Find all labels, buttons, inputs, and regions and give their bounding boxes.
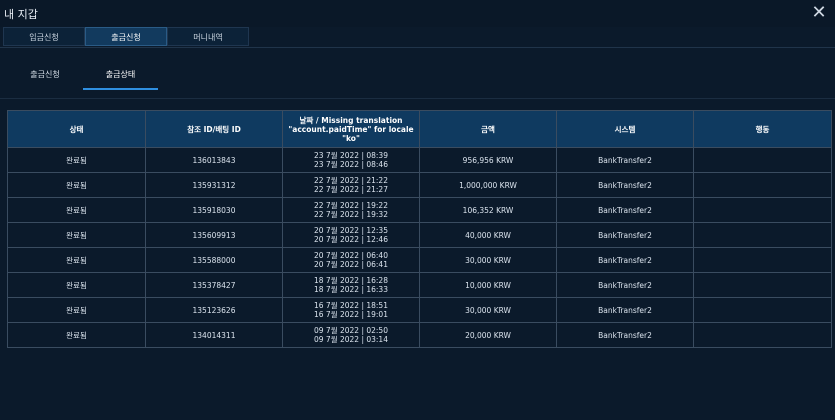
cell-action <box>693 172 832 198</box>
cell-ref: 135123626 <box>145 297 283 323</box>
cell-system: BankTransfer2 <box>556 322 694 348</box>
table-header-row: 상태 참조 ID/배팅 ID 날짜 / Missing translation … <box>7 110 832 148</box>
cell-status: 완료됨 <box>7 222 146 248</box>
header-ref: 참조 ID/배팅 ID <box>145 110 283 148</box>
cell-date-requested: 23 7월 2022 | 08:39 <box>314 151 388 160</box>
table-row: 완료됨 135931312 22 7월 2022 | 21:22 22 7월 20… <box>7 172 832 198</box>
cell-date-paid: 22 7월 2022 | 19:32 <box>314 210 388 219</box>
cell-date: 22 7월 2022 | 19:22 22 7월 2022 | 19:32 <box>282 197 420 223</box>
cell-action <box>693 197 832 223</box>
cell-date: 23 7월 2022 | 08:39 23 7월 2022 | 08:46 <box>282 147 420 173</box>
cell-amount: 10,000 KRW <box>419 272 557 298</box>
tab-money-history[interactable]: 머니내역 <box>167 27 249 46</box>
table-row: 완료됨 135609913 20 7월 2022 | 12:35 20 7월 20… <box>7 222 832 248</box>
cell-system: BankTransfer2 <box>556 197 694 223</box>
cell-date-requested: 22 7월 2022 | 19:22 <box>314 201 388 210</box>
header-date: 날짜 / Missing translation "account.paidTi… <box>282 110 420 148</box>
cell-amount: 1,000,000 KRW <box>419 172 557 198</box>
cell-amount: 30,000 KRW <box>419 297 557 323</box>
cell-date-requested: 20 7월 2022 | 06:40 <box>314 251 388 260</box>
cell-amount: 20,000 KRW <box>419 322 557 348</box>
cell-date-paid: 20 7월 2022 | 06:41 <box>314 260 388 269</box>
cell-date: 16 7월 2022 | 18:51 16 7월 2022 | 19:01 <box>282 297 420 323</box>
header-amount: 금액 <box>419 110 557 148</box>
cell-date-paid: 18 7월 2022 | 16:33 <box>314 285 388 294</box>
cell-date-paid: 09 7월 2022 | 03:14 <box>314 335 388 344</box>
cell-date-requested: 20 7월 2022 | 12:35 <box>314 226 388 235</box>
cell-system: BankTransfer2 <box>556 297 694 323</box>
cell-date: 20 7월 2022 | 06:40 20 7월 2022 | 06:41 <box>282 247 420 273</box>
cell-date-requested: 16 7월 2022 | 18:51 <box>314 301 388 310</box>
subtab-withdraw-request[interactable]: 출금신청 <box>20 62 70 88</box>
cell-ref: 135609913 <box>145 222 283 248</box>
header-status: 상태 <box>7 110 146 148</box>
subtab-withdraw-status[interactable]: 출금상태 <box>83 62 158 90</box>
table-row: 완료됨 136013843 23 7월 2022 | 08:39 23 7월 20… <box>7 147 832 173</box>
cell-system: BankTransfer2 <box>556 172 694 198</box>
title-bar: 내 지갑 ✕ <box>0 0 835 27</box>
cell-ref: 136013843 <box>145 147 283 173</box>
cell-date-requested: 22 7월 2022 | 21:22 <box>314 176 388 185</box>
cell-action <box>693 272 832 298</box>
cell-date: 22 7월 2022 | 21:22 22 7월 2022 | 21:27 <box>282 172 420 198</box>
cell-amount: 956,956 KRW <box>419 147 557 173</box>
cell-ref: 135931312 <box>145 172 283 198</box>
cell-amount: 30,000 KRW <box>419 247 557 273</box>
cell-system: BankTransfer2 <box>556 147 694 173</box>
header-action: 행동 <box>693 110 832 148</box>
table-row: 완료됨 134014311 09 7월 2022 | 02:50 09 7월 20… <box>7 322 832 348</box>
cell-status: 완료됨 <box>7 322 146 348</box>
cell-system: BankTransfer2 <box>556 222 694 248</box>
cell-status: 완료됨 <box>7 272 146 298</box>
divider <box>0 98 835 99</box>
tab-withdraw[interactable]: 출금신청 <box>85 27 167 46</box>
main-tabs: 입금신청 출금신청 머니내역 <box>0 27 835 48</box>
cell-date: 18 7월 2022 | 16:28 18 7월 2022 | 16:33 <box>282 272 420 298</box>
cell-system: BankTransfer2 <box>556 247 694 273</box>
cell-action <box>693 247 832 273</box>
cell-date-requested: 18 7월 2022 | 16:28 <box>314 276 388 285</box>
cell-date-paid: 22 7월 2022 | 21:27 <box>314 185 388 194</box>
cell-system: BankTransfer2 <box>556 272 694 298</box>
cell-status: 완료됨 <box>7 297 146 323</box>
cell-ref: 135918030 <box>145 197 283 223</box>
sub-tabs: 출금신청 출금상태 <box>0 62 835 92</box>
tab-deposit[interactable]: 입금신청 <box>3 27 85 46</box>
cell-date-paid: 16 7월 2022 | 19:01 <box>314 310 388 319</box>
cell-action <box>693 297 832 323</box>
cell-ref: 135378427 <box>145 272 283 298</box>
cell-status: 완료됨 <box>7 197 146 223</box>
cell-date-paid: 20 7월 2022 | 12:46 <box>314 235 388 244</box>
cell-date: 09 7월 2022 | 02:50 09 7월 2022 | 03:14 <box>282 322 420 348</box>
withdraw-status-table: 상태 참조 ID/배팅 ID 날짜 / Missing translation … <box>7 110 832 348</box>
window-title: 내 지갑 <box>4 8 38 21</box>
cell-ref: 135588000 <box>145 247 283 273</box>
close-icon[interactable]: ✕ <box>809 2 829 24</box>
table-row: 완료됨 135918030 22 7월 2022 | 19:22 22 7월 20… <box>7 197 832 223</box>
cell-date-requested: 09 7월 2022 | 02:50 <box>314 326 388 335</box>
cell-amount: 106,352 KRW <box>419 197 557 223</box>
cell-action <box>693 147 832 173</box>
cell-ref: 134014311 <box>145 322 283 348</box>
cell-status: 완료됨 <box>7 247 146 273</box>
table-row: 완료됨 135123626 16 7월 2022 | 18:51 16 7월 20… <box>7 297 832 323</box>
cell-amount: 40,000 KRW <box>419 222 557 248</box>
header-system: 시스템 <box>556 110 694 148</box>
cell-date: 20 7월 2022 | 12:35 20 7월 2022 | 12:46 <box>282 222 420 248</box>
cell-action <box>693 222 832 248</box>
table-row: 완료됨 135588000 20 7월 2022 | 06:40 20 7월 20… <box>7 247 832 273</box>
cell-date-paid: 23 7월 2022 | 08:46 <box>314 160 388 169</box>
cell-status: 완료됨 <box>7 172 146 198</box>
cell-action <box>693 322 832 348</box>
table-row: 완료됨 135378427 18 7월 2022 | 16:28 18 7월 20… <box>7 272 832 298</box>
cell-status: 완료됨 <box>7 147 146 173</box>
